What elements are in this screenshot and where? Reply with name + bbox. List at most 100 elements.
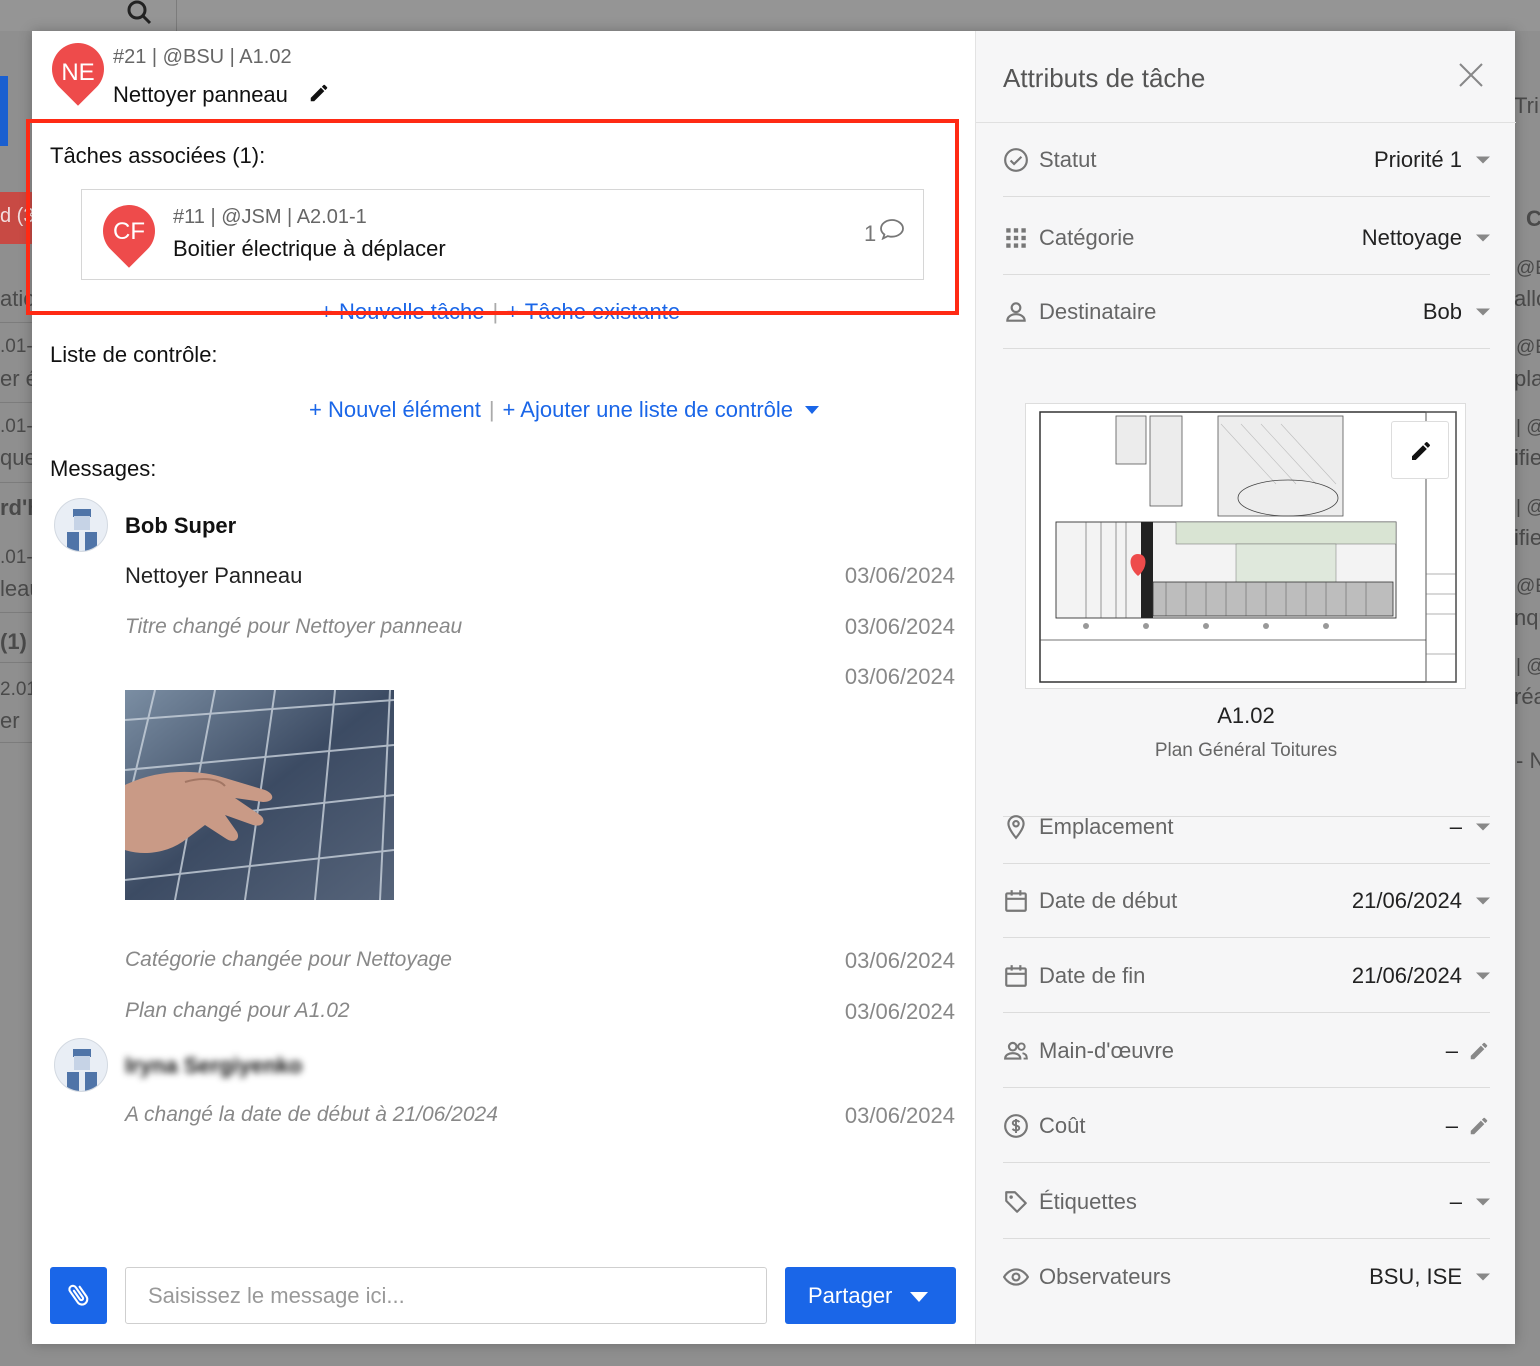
calendar-icon bbox=[1005, 964, 1027, 987]
panel-title: Attributs de tâche bbox=[1003, 63, 1206, 93]
checklist-links: + Nouvel élément | + Ajouter une liste de … bbox=[309, 397, 820, 423]
attribute-location[interactable]: Emplacement – bbox=[1003, 790, 1490, 864]
attribute-label: Main-d'œuvre bbox=[1039, 1037, 1175, 1063]
associated-tasks-highlight bbox=[26, 119, 959, 315]
edit-pencil-icon[interactable] bbox=[308, 82, 330, 104]
messages-label: Messages: bbox=[50, 456, 157, 481]
message-system-text: Catégorie changée pour Nettoyage bbox=[125, 948, 452, 971]
chevron-down-icon bbox=[1476, 234, 1490, 241]
background-right-text: C bbox=[1526, 206, 1540, 231]
chevron-down-icon bbox=[910, 1292, 928, 1302]
attribute-label: Observateurs bbox=[1039, 1264, 1172, 1289]
attribute-category[interactable]: Catégorie Nettoyage bbox=[1003, 201, 1490, 275]
pencil-icon[interactable] bbox=[1468, 1040, 1490, 1062]
paperclip-icon bbox=[68, 1284, 89, 1306]
background-left-text: er bbox=[0, 708, 20, 733]
attribute-labor[interactable]: Main-d'œuvre – bbox=[1003, 1014, 1490, 1088]
pencil-icon bbox=[1412, 441, 1431, 460]
chevron-down-icon bbox=[1476, 823, 1490, 830]
message-system-text: A changé la date de début à 21/06/2024 bbox=[125, 1103, 498, 1126]
background-left-text: .01- bbox=[0, 547, 33, 568]
people-icon bbox=[1004, 1041, 1028, 1060]
task-meta: #21 | @BSU | A1.02 bbox=[113, 46, 292, 68]
background-right-text: | @ bbox=[1516, 497, 1540, 518]
attribute-label: Emplacement bbox=[1039, 813, 1174, 839]
attribute-value: Nettoyage bbox=[1361, 224, 1462, 250]
message-input[interactable] bbox=[125, 1267, 767, 1324]
plan-subtitle: Plan Général Toitures bbox=[1154, 740, 1338, 761]
task-pin-initials: NE bbox=[61, 59, 95, 86]
chevron-down-icon[interactable] bbox=[805, 405, 820, 415]
link-separator: | bbox=[488, 397, 495, 422]
background-right-text: | @ bbox=[1516, 656, 1540, 677]
attribute-cost[interactable]: Coût – bbox=[1003, 1089, 1490, 1163]
background-right-text: | @ bbox=[1516, 417, 1540, 438]
message-photo[interactable] bbox=[125, 690, 394, 900]
attribute-watchers[interactable]: Observateurs BSU, ISE bbox=[1003, 1240, 1490, 1314]
attribute-label: Coût bbox=[1039, 1112, 1086, 1138]
message-date: 03/06/2024 bbox=[844, 948, 955, 973]
attribute-label: Catégorie bbox=[1039, 224, 1135, 250]
attribute-value: Bob bbox=[1422, 298, 1462, 324]
attribute-value: – bbox=[1445, 1112, 1458, 1138]
background-left-text: (1) bbox=[0, 629, 27, 654]
background-right-text: allo bbox=[1514, 286, 1540, 311]
attach-file-button[interactable] bbox=[50, 1267, 107, 1324]
message-author: Bob Super bbox=[125, 513, 237, 538]
user-avatar-icon bbox=[67, 509, 97, 551]
background-left-text: .01- bbox=[0, 336, 33, 357]
background-right-text: réa bbox=[1514, 684, 1540, 709]
user-avatar-icon bbox=[67, 1049, 97, 1091]
pencil-icon[interactable] bbox=[1468, 1115, 1490, 1137]
background-right-text: @E bbox=[1516, 258, 1540, 279]
chevron-down-icon bbox=[1476, 1198, 1490, 1205]
check-circle-icon bbox=[1004, 147, 1028, 172]
background-right-text: plac bbox=[1514, 366, 1540, 391]
task-detail-column: NE #21 | @BSU | A1.02 Nettoyer panneau T… bbox=[26, 31, 975, 1344]
eye-icon bbox=[1003, 1268, 1029, 1286]
task-attributes-panel: Attributs de tâche Statut Priorité 1 Cat… bbox=[975, 31, 1516, 1344]
attribute-label: Étiquettes bbox=[1039, 1188, 1137, 1214]
attribute-assignee[interactable]: Destinataire Bob bbox=[1003, 275, 1490, 349]
attribute-start-date[interactable]: Date de début 21/06/2024 bbox=[1003, 864, 1490, 938]
location-pin-icon bbox=[1007, 814, 1025, 839]
message-text: Nettoyer Panneau bbox=[125, 563, 303, 588]
attribute-label: Date de début bbox=[1039, 887, 1178, 913]
message-date: 03/06/2024 bbox=[844, 614, 955, 639]
message-date: 03/06/2024 bbox=[844, 563, 955, 588]
background-right-text: ifie bbox=[1514, 525, 1540, 550]
attribute-tags[interactable]: Étiquettes – bbox=[1003, 1165, 1490, 1239]
close-icon[interactable] bbox=[1457, 61, 1485, 89]
avatar bbox=[54, 498, 108, 552]
attribute-value: – bbox=[1449, 813, 1462, 839]
attribute-status[interactable]: Statut Priorité 1 bbox=[1003, 123, 1490, 197]
attribute-value: BSU, ISE bbox=[1369, 1264, 1462, 1289]
grid-icon bbox=[1006, 227, 1026, 248]
attribute-end-date[interactable]: Date de fin 21/06/2024 bbox=[1003, 939, 1490, 1013]
attribute-value: 21/06/2024 bbox=[1351, 887, 1462, 913]
calendar-icon bbox=[1005, 889, 1027, 912]
chevron-down-icon bbox=[1476, 897, 1490, 904]
edit-plan-button[interactable] bbox=[1391, 421, 1449, 479]
share-button-label: Partager bbox=[808, 1283, 893, 1308]
add-checklist-link[interactable]: + Ajouter une liste de contrôle bbox=[503, 397, 793, 423]
share-button[interactable]: Partager bbox=[785, 1267, 956, 1324]
message-date: 03/06/2024 bbox=[844, 999, 955, 1024]
message-author: Iryna Sergiyenko bbox=[125, 1053, 303, 1078]
message-date: 03/06/2024 bbox=[844, 1103, 955, 1128]
task-title: Nettoyer panneau bbox=[113, 82, 288, 107]
background-right-text: @E bbox=[1516, 337, 1540, 358]
chevron-down-icon bbox=[1476, 972, 1490, 979]
attribute-label: Date de fin bbox=[1039, 962, 1146, 988]
attribute-value: 21/06/2024 bbox=[1351, 962, 1462, 988]
new-checklist-item-link[interactable]: + Nouvel élément bbox=[309, 397, 481, 423]
background-right-text: Tri bbox=[1514, 93, 1539, 118]
chevron-down-icon bbox=[1476, 156, 1490, 163]
attribute-label: Statut bbox=[1039, 146, 1097, 172]
tag-icon bbox=[1005, 1190, 1027, 1213]
message-system-text: Plan changé pour A1.02 bbox=[125, 999, 350, 1022]
attribute-value: – bbox=[1445, 1037, 1458, 1063]
background-right-text: - N bbox=[1516, 748, 1540, 773]
solar-panel-hand-photo bbox=[125, 690, 394, 900]
background-top-bar bbox=[0, 0, 1540, 31]
